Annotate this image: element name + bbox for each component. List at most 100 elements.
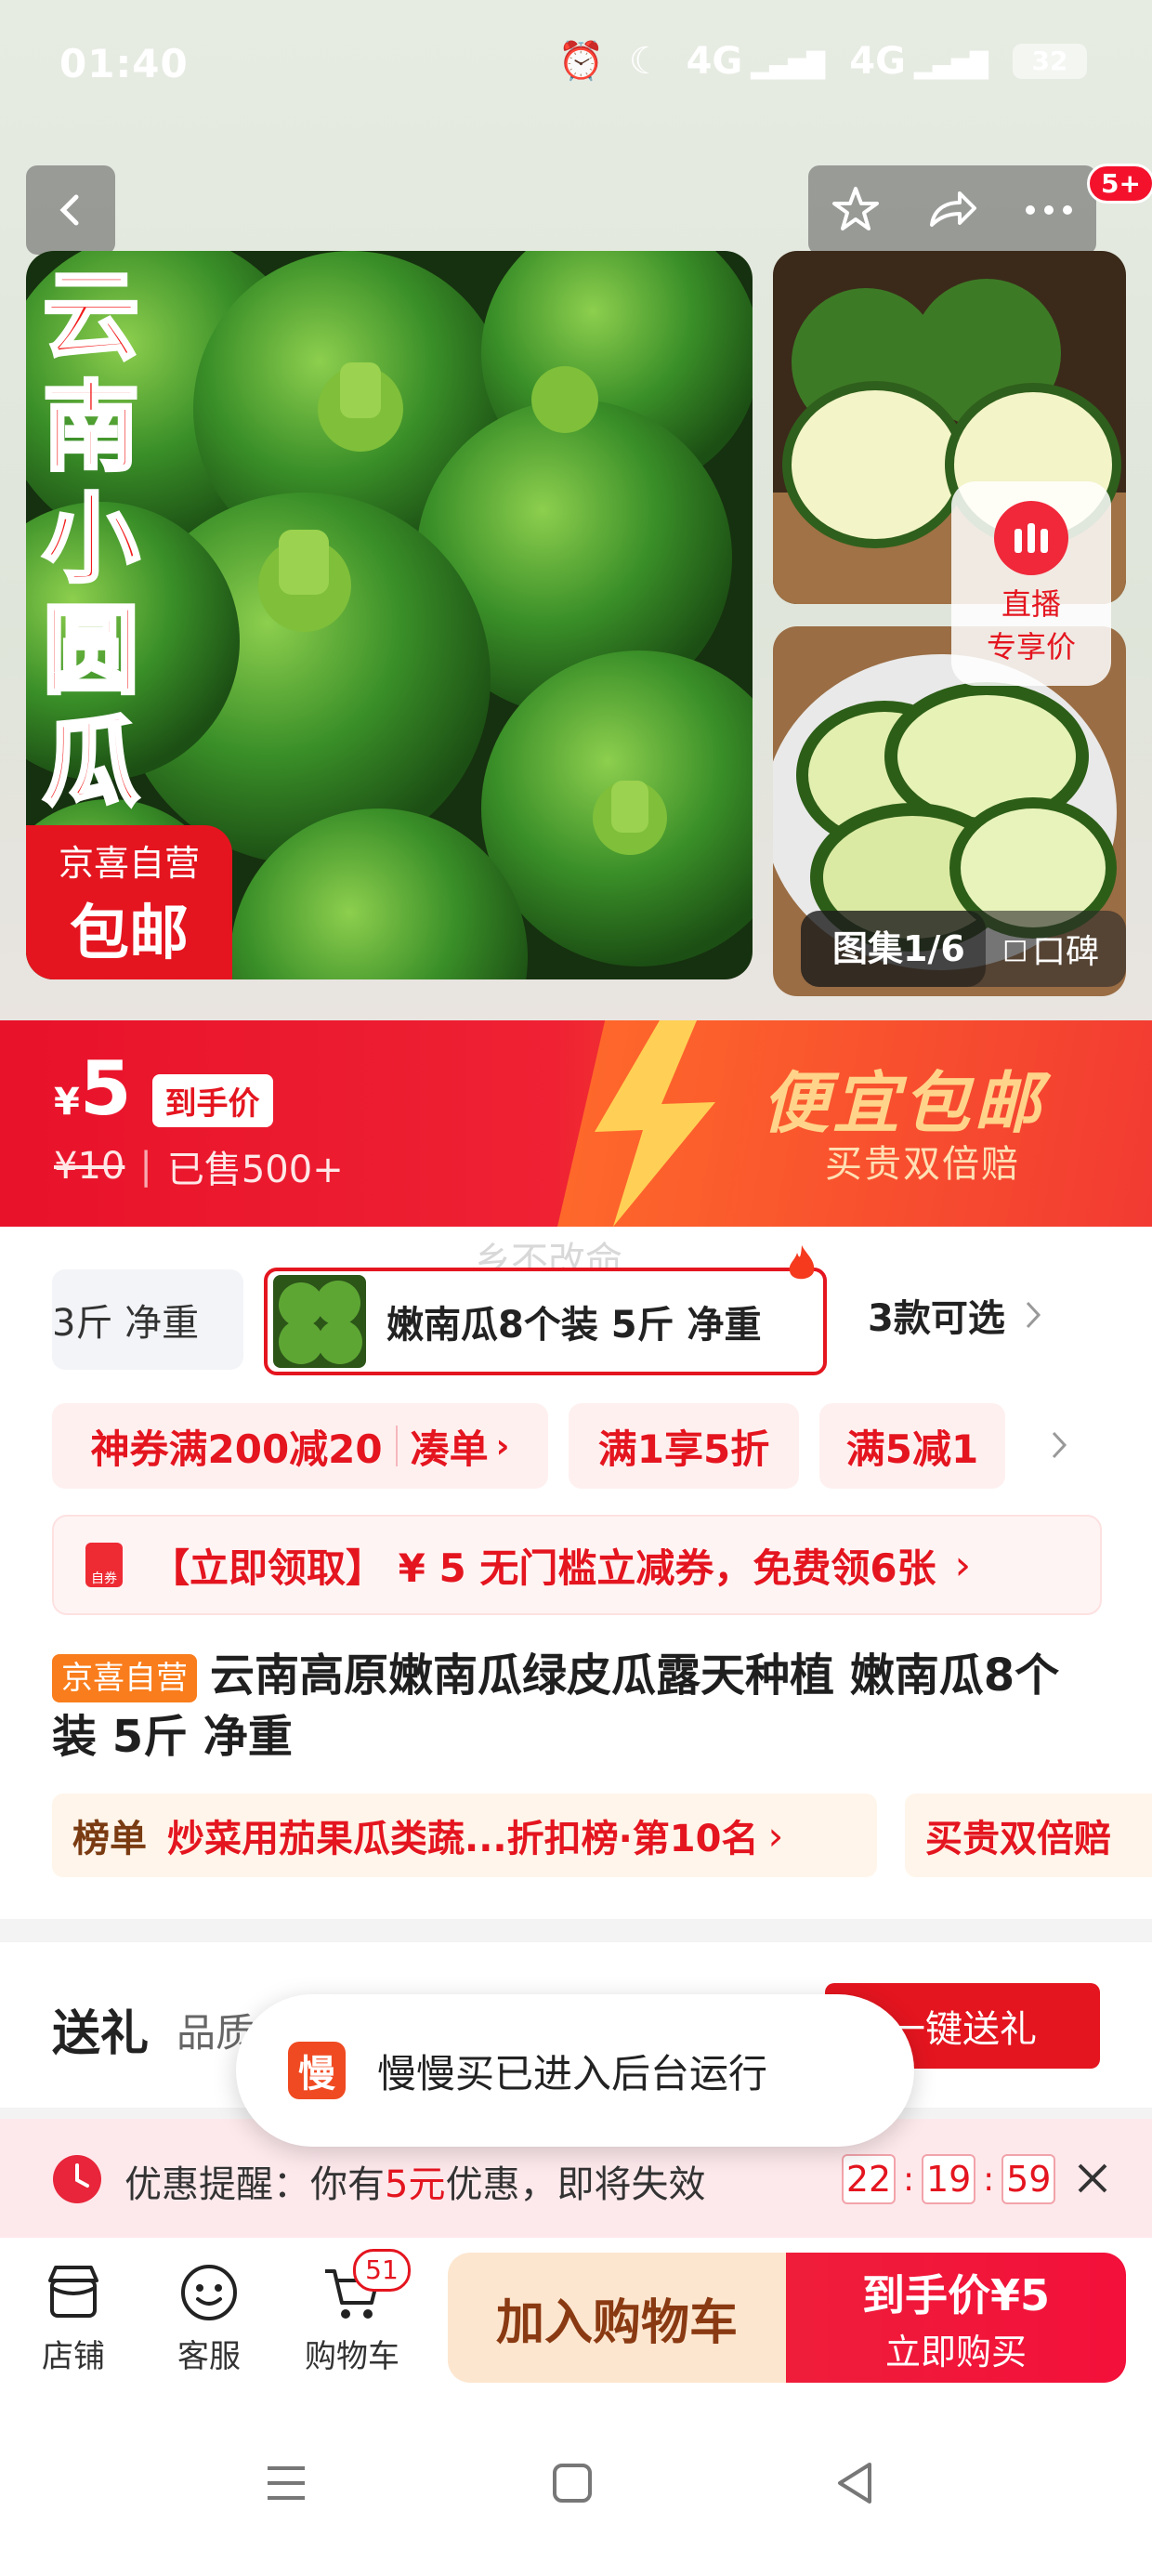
chevron-right-icon[interactable] [1050, 1429, 1068, 1461]
live-bars-icon [1015, 523, 1048, 553]
app-icon: 慢 [288, 2042, 346, 2099]
reminder-amount: 5元 [385, 2163, 446, 2206]
chevron-right-icon: › [495, 1426, 510, 1465]
countdown-sep: : [983, 2160, 995, 2199]
countdown-sep: : [903, 2160, 915, 2199]
live-label-sub: 专享价 [986, 629, 1076, 664]
close-icon[interactable] [1076, 2162, 1109, 2195]
main-product-image[interactable]: 云 南 小 圆 瓜 京喜自营 包邮 [26, 251, 753, 979]
rank-text: 炒菜用茄果瓜类蔬...折扣榜·第10名 [167, 1818, 759, 1860]
buy-now-button[interactable]: 到手价¥5 立即购买 [786, 2253, 1126, 2383]
product-title: 云南高原嫩南瓜绿皮瓜露天种植 嫩南瓜8个装 5斤 净重 [52, 1649, 1060, 1763]
review-icon: ◻ [1001, 930, 1028, 967]
jd-tag-line2: 包邮 [70, 899, 189, 968]
service-label: 客服 [177, 2338, 241, 2375]
more-variants-link[interactable]: 3款可选 [868, 1288, 1042, 1342]
original-price: ¥10 [54, 1145, 125, 1188]
more-icon[interactable] [1023, 201, 1075, 219]
claim-coupon-banner[interactable]: 自券 【立即领取】 ¥ 5 无门槛立减券，免费领6张 › [52, 1515, 1102, 1615]
coupon-label: 神券满200减20 [90, 1426, 383, 1472]
chevron-right-icon [1026, 1301, 1041, 1329]
buy-now-label: 立即购买 [884, 2331, 1027, 2372]
reminder-text: 优惠提醒：你有5元优惠，即将失效 [124, 2154, 705, 2208]
chevron-left-icon [59, 194, 79, 226]
lightning-icon [595, 1020, 715, 1227]
coupon-label: 满1享5折 [597, 1426, 770, 1472]
store-tag: 京喜自营 [52, 1654, 197, 1702]
battery-icon: 32 [1013, 43, 1087, 79]
guarantee-tag[interactable]: 买贵双倍赔 [905, 1794, 1152, 1877]
cart-label: 购物车 [305, 2338, 399, 2375]
system-navigation-bar [0, 2405, 1152, 2576]
back-button[interactable] [26, 165, 115, 255]
live-price-widget[interactable]: 直播 专享价 [951, 481, 1111, 686]
hot-flame-icon [789, 1245, 815, 1280]
price-block: ¥ 5 到手价 [54, 1052, 273, 1127]
share-icon[interactable] [924, 184, 980, 236]
live-label: 直播 [1001, 586, 1061, 622]
jd-tag-line1: 京喜自营 [58, 842, 200, 884]
rank-banner[interactable]: 榜单 炒菜用茄果瓜类蔬...折扣榜·第10名 › [52, 1794, 877, 1877]
star-icon[interactable] [830, 184, 882, 236]
coupon-action: 凑单 [410, 1426, 489, 1472]
variant-option-1[interactable]: 3斤 净重 [52, 1269, 243, 1370]
more-badge: 5+ [1087, 164, 1152, 204]
service-button[interactable]: 客服 [167, 2260, 251, 2376]
top-action-group [808, 165, 1096, 255]
variant-thumbnail [273, 1275, 366, 1368]
guarantee-label: 买贵双倍赔 [925, 1818, 1111, 1860]
coupon-chip-reduce[interactable]: 满5减1 [819, 1403, 1005, 1489]
clock-icon [53, 2155, 101, 2203]
countdown-timer: 22 : 19 : 59 [842, 2154, 1056, 2204]
divider: | [139, 1145, 152, 1188]
home-icon[interactable] [552, 2463, 593, 2504]
status-icons: ⏰ ☾ 4G ▂▄▆█ 4G ▂▄▆█ 32 [558, 39, 1087, 83]
menu-icon[interactable] [264, 2463, 308, 2504]
coupon-divider [395, 1426, 398, 1466]
price-tag: 到手价 [151, 1074, 273, 1127]
coupon-icon-text: 自券 [91, 1571, 117, 1586]
signal-icon-2: 4G ▂▄▆█ [849, 39, 988, 83]
variant-option-selected[interactable]: 嫩南瓜8个装 5斤 净重 [264, 1268, 827, 1375]
reviews-tab[interactable]: 口碑 [1032, 925, 1099, 973]
store-icon [48, 2266, 98, 2318]
coupon-chip-discount[interactable]: 满1享5折 [569, 1403, 799, 1489]
cart-count-badge: 51 [353, 2249, 411, 2292]
coupon-label: 满5减1 [845, 1426, 979, 1472]
title-char: 南 [41, 370, 141, 485]
chevron-right-icon: › [767, 1812, 784, 1859]
title-char: 小 [41, 481, 141, 597]
product-info-card: 乡不改命 3斤 净重 嫩南瓜8个装 5斤 净重 3款可选 神券满200减20 凑… [0, 1227, 1152, 1919]
rank-label: 榜单 [72, 1818, 147, 1860]
store-button[interactable]: 店铺 [32, 2260, 115, 2376]
live-icon [994, 501, 1068, 575]
sold-count: 已售500+ [166, 1149, 344, 1191]
status-time: 01:40 [59, 41, 189, 86]
price-value: 5 [79, 1045, 132, 1132]
back-triangle-icon[interactable] [834, 2461, 875, 2505]
currency-symbol: ¥ [54, 1081, 80, 1124]
gallery-switch[interactable]: 图集1/6 ◻ 口碑 [801, 911, 1126, 987]
alarm-icon: ⏰ [557, 40, 605, 83]
variant-label: 3斤 净重 [52, 1302, 200, 1345]
title-char: 圆 [41, 593, 141, 708]
countdown-seconds: 59 [1001, 2154, 1056, 2204]
store-label: 店铺 [42, 2338, 105, 2375]
countdown-hours: 22 [842, 2154, 896, 2204]
product-title-block: 京喜自营 云南高原嫩南瓜绿皮瓜露天种植 嫩南瓜8个装 5斤 净重 [52, 1645, 1102, 1768]
coupon-icon: 自券 [85, 1543, 123, 1587]
coupon-chip-shenquan[interactable]: 神券满200减20 凑单 › [52, 1403, 548, 1489]
reminder-suffix: 优惠，即将失效 [445, 2163, 706, 2206]
bottom-action-bar: 店铺 客服 购物车 51 加入购物车 到手价¥5 立即购买 [0, 2238, 1152, 2405]
price-secondary: ¥10 | 已售500+ [54, 1139, 344, 1193]
jd-free-shipping-tag: 京喜自营 包邮 [26, 825, 232, 979]
reminder-prefix: 优惠提醒：你有 [124, 2163, 385, 2206]
countdown-minutes: 19 [922, 2154, 976, 2204]
price-banner: ¥ 5 到手价 ¥10 | 已售500+ 便宜包邮 买贵双倍赔 [0, 1020, 1152, 1227]
gallery-counter[interactable]: 图集1/6 [801, 911, 986, 987]
add-to-cart-button[interactable]: 加入购物车 [448, 2253, 786, 2383]
claim-coupon-text: 【立即领取】 ¥ 5 无门槛立减券，免费领6张 [151, 1544, 936, 1591]
moon-icon: ☾ [628, 39, 662, 83]
gift-title: 送礼 [52, 2006, 150, 2062]
toast-text: 慢慢买已进入后台运行 [377, 2050, 768, 2096]
